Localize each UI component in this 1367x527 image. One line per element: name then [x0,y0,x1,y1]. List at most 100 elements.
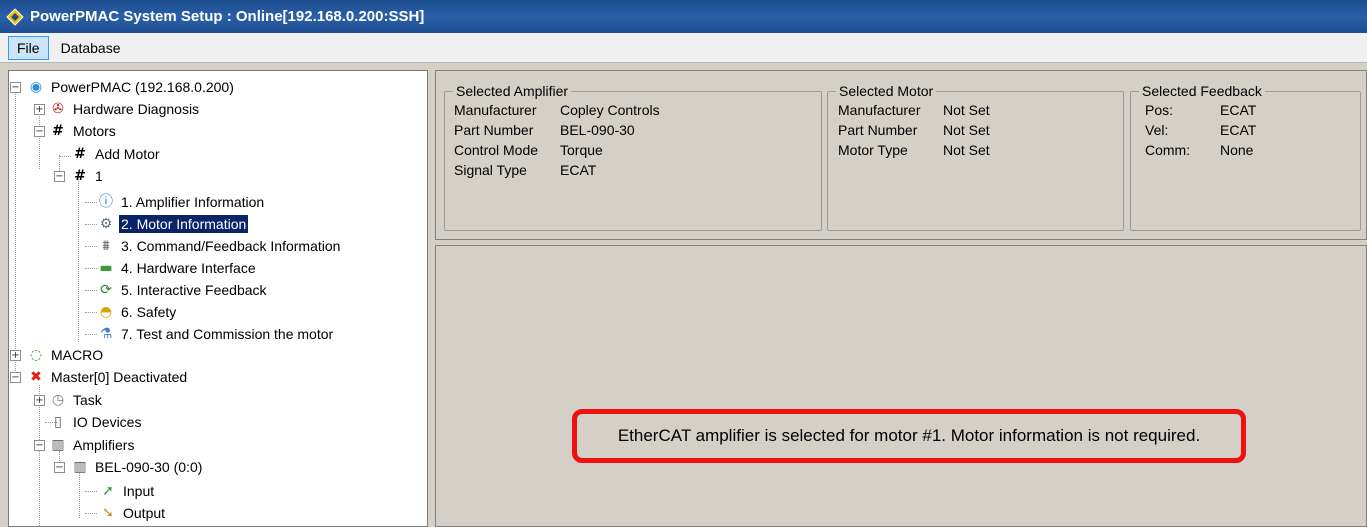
tree-label: Task [73,392,102,408]
expander-hardware-diagnosis[interactable]: + [34,104,45,115]
stethoscope-icon: ✇ [52,101,64,117]
window-title: PowerPMAC System Setup : Online[192.168.… [30,8,425,25]
hash-icon: # [52,123,64,139]
tree-item-interactive-feedback[interactable]: ⟳ 5. Interactive Feedback [97,279,269,301]
amp-manufacturer-value: Copley Controls [560,102,660,118]
tree-item-safety[interactable]: ◓ 6. Safety [97,301,178,323]
tree-item-add-motor[interactable]: # Add Motor [71,143,162,165]
amp-part-number-value: BEL-090-30 [560,122,635,138]
feedback-vel-value: ECAT [1220,122,1257,138]
amplifier-icon: ▥ [73,459,87,475]
tree-item-io-devices[interactable]: ▯ IO Devices [49,411,143,433]
feedback-pos-value: ECAT [1220,102,1257,118]
tree-item-input[interactable]: ➚ Input [99,480,156,502]
tree-item-test-commission[interactable]: ⚗ 7. Test and Commission the motor [97,323,335,345]
feedback-icon: ⟳ [100,282,112,298]
tree-label: 6. Safety [121,304,177,320]
amp-manufacturer-label: Manufacturer [454,102,537,118]
hash-icon: # [74,146,86,162]
tree-label: Master[0] Deactivated [51,369,188,385]
circuit-board-icon: ▬ [99,260,113,276]
menu-file[interactable]: File [8,35,49,60]
feedback-pos-label: Pos: [1145,102,1174,118]
tree-item-motors[interactable]: # Motors [49,120,118,142]
device-icon: ▯ [54,414,62,430]
tree-label: 4. Hardware Interface [121,260,256,276]
tree-label: 5. Interactive Feedback [121,282,267,298]
deactivated-x-icon: ✖ [30,369,42,385]
selection-summary-pane: Selected Amplifier Manufacturer Copley C… [435,70,1367,240]
hard-hat-icon: ◓ [99,304,113,320]
group-legend: Selected Amplifier [453,83,572,99]
expander-amp-device[interactable]: − [54,462,65,473]
tree-label: Add Motor [95,146,160,162]
expander-amplifiers[interactable]: − [34,440,45,451]
amp-signal-type-value: ECAT [560,162,597,178]
tree-item-master[interactable]: ✖ Master[0] Deactivated [27,366,189,388]
tree-label: Hardware Diagnosis [73,101,200,117]
tree-label: Output [123,505,166,521]
output-arrow-icon: ➘ [102,505,114,521]
selected-amplifier-group: Selected Amplifier Manufacturer Copley C… [444,83,822,231]
selected-feedback-group: Selected Feedback Pos: ECAT Vel: ECAT Co… [1130,83,1361,231]
flask-icon: ⚗ [99,326,113,342]
menu-bar: File Database [0,33,1367,63]
tree-item-motor-information[interactable]: ⚙ 2. Motor Information [97,213,250,235]
amp-signal-type-label: Signal Type [454,162,527,178]
expander-motors[interactable]: − [34,126,45,137]
tree-item-hardware-diagnosis[interactable]: ✇ Hardware Diagnosis [49,98,201,120]
task-clock-icon: ◷ [51,392,65,408]
tree-label: IO Devices [73,414,142,430]
amplifier-icon: ▥ [51,437,65,453]
signal-icon: ⩩ [102,238,110,254]
tree-item-amplifiers[interactable]: ▥ Amplifiers [49,434,136,456]
tree-item-macro[interactable]: ◌ MACRO [27,344,105,366]
tree-label: 7. Test and Commission the motor [121,326,334,342]
powerpmac-diamond-icon [6,7,24,26]
hash-icon: # [74,168,86,184]
group-legend: Selected Feedback [1139,83,1265,99]
amp-part-number-label: Part Number [454,122,534,138]
info-message-callout: EtherCAT amplifier is selected for motor… [572,409,1246,463]
tree-item-amplifier-information[interactable]: ⓘ 1. Amplifier Information [97,191,266,213]
amp-control-mode-value: Torque [560,142,603,158]
ring-icon: ◌ [29,347,43,363]
tree-label: 3. Command/Feedback Information [121,238,341,254]
tree-item-output[interactable]: ➘ Output [99,502,167,524]
menu-database[interactable]: Database [53,37,129,59]
tree-item-command-feedback[interactable]: ⩩ 3. Command/Feedback Information [97,235,342,257]
info-icon: ⓘ [99,194,113,210]
tree-label: Amplifiers [73,437,135,453]
network-globe-icon: ◉ [29,79,43,95]
feedback-comm-label: Comm: [1145,142,1191,158]
tree-item-amp-device[interactable]: ▥ BEL-090-30 (0:0) [71,456,204,478]
tree-label: PowerPMAC (192.168.0.200) [51,79,234,95]
expander-motor-1[interactable]: − [54,171,65,182]
feedback-comm-value: None [1220,142,1254,158]
amp-control-mode-label: Control Mode [454,142,539,158]
tree-item-root[interactable]: ◉ PowerPMAC (192.168.0.200) [27,76,236,98]
selected-motor-group: Selected Motor Manufacturer Not Set Part… [827,83,1124,231]
motor-type-label: Motor Type [838,142,908,158]
tree-label: Motors [73,123,116,139]
tree-label: Input [123,483,155,499]
expander-macro[interactable]: + [10,350,21,361]
motor-type-value: Not Set [943,142,990,158]
system-tree[interactable]: − + − − + − + − − ◉ PowerPMAC (192.168.0… [8,70,428,527]
expander-master[interactable]: − [10,372,21,383]
motor-gear-icon: ⚙ [99,216,113,232]
motor-information-content: EtherCAT amplifier is selected for motor… [435,245,1367,527]
window-titlebar: PowerPMAC System Setup : Online[192.168.… [0,0,1367,33]
panel-splitter[interactable] [428,70,435,527]
motor-part-number-value: Not Set [943,122,990,138]
tree-item-task[interactable]: ◷ Task [49,389,104,411]
tree-label: 1. Amplifier Information [121,194,265,210]
expander-task[interactable]: + [34,395,45,406]
info-message-text: EtherCAT amplifier is selected for motor… [617,426,1201,445]
tree-label: 2. Motor Information [117,214,250,234]
tree-item-hardware-interface[interactable]: ▬ 4. Hardware Interface [97,257,258,279]
feedback-vel-label: Vel: [1145,122,1169,138]
tree-label: 1 [95,168,103,184]
tree-item-motor-1[interactable]: # 1 [71,165,105,187]
expander-root[interactable]: − [10,82,21,93]
